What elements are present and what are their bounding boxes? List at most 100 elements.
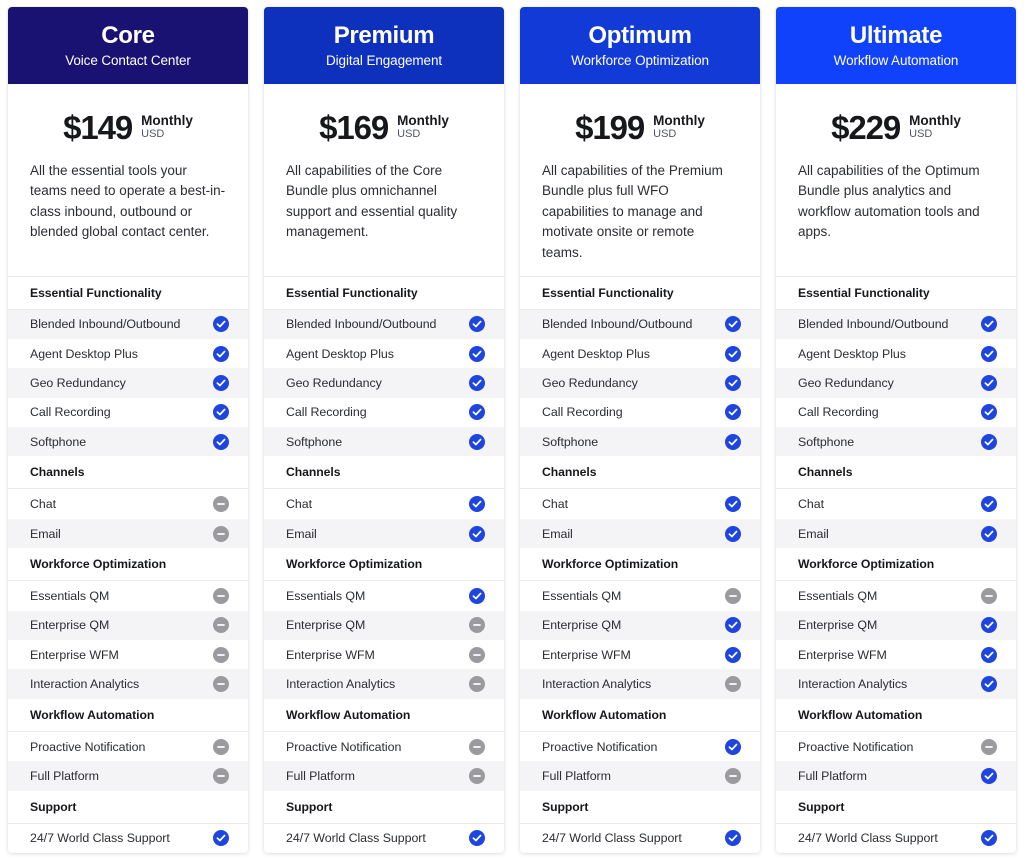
- feature-row: Call Recording: [776, 398, 1016, 427]
- feature-label: Email: [798, 526, 829, 541]
- plan-header: Optimum Workforce Optimization: [520, 7, 760, 84]
- check-circle-icon: [213, 830, 229, 847]
- feature-row: Geo Redundancy: [8, 368, 248, 398]
- check-circle-icon: [981, 676, 997, 693]
- feature-label: Interaction Analytics: [286, 677, 396, 692]
- feature-label: 24/7 World Class Support: [542, 831, 682, 846]
- feature-section-heading: Workforce Optimization: [520, 548, 760, 582]
- feature-row: Blended Inbound/Outbound: [520, 309, 760, 339]
- feature-row: Agent Desktop Plus: [8, 339, 248, 368]
- plan-currency: USD: [653, 128, 677, 141]
- feature-section-heading: Essential Functionality: [776, 276, 1016, 310]
- feature-section-heading: Support: [8, 790, 248, 824]
- feature-label: Call Recording: [798, 405, 879, 420]
- feature-row: 24/7 World Class Support: [8, 824, 248, 853]
- feature-section-heading: Workflow Automation: [264, 698, 504, 732]
- feature-row: Interaction Analytics: [8, 669, 248, 699]
- feature-section-heading: Workforce Optimization: [264, 548, 504, 582]
- minus-circle-icon: [213, 676, 229, 693]
- check-circle-icon: [981, 617, 997, 634]
- check-circle-icon: [725, 316, 741, 333]
- feature-row: Enterprise WFM: [776, 640, 1016, 669]
- feature-label: Chat: [798, 497, 824, 512]
- feature-label: Agent Desktop Plus: [286, 346, 394, 361]
- feature-label: Geo Redundancy: [286, 376, 382, 390]
- feature-row: Email: [776, 518, 1016, 549]
- feature-label: Enterprise WFM: [798, 647, 887, 662]
- feature-section-heading: Essential Functionality: [264, 276, 504, 310]
- plan-price-amount: $169: [319, 108, 389, 146]
- minus-circle-icon: [725, 676, 741, 693]
- check-circle-icon: [213, 316, 229, 333]
- feature-row: Call Recording: [520, 398, 760, 427]
- feature-row: Full Platform: [520, 761, 760, 791]
- feature-label: Enterprise QM: [286, 618, 366, 633]
- feature-label: Call Recording: [286, 405, 367, 420]
- feature-label: Essentials QM: [30, 588, 110, 603]
- feature-label: Interaction Analytics: [542, 677, 652, 692]
- feature-row: Enterprise QM: [520, 610, 760, 641]
- feature-label: Proactive Notification: [798, 739, 914, 754]
- feature-row: Softphone: [520, 427, 760, 457]
- feature-row: Enterprise WFM: [8, 640, 248, 669]
- check-circle-icon: [213, 375, 229, 391]
- plan-subtitle: Workforce Optimization: [571, 53, 709, 69]
- check-circle-icon: [725, 646, 741, 663]
- feature-label: Softphone: [798, 434, 855, 449]
- feature-row: Geo Redundancy: [520, 368, 760, 398]
- minus-circle-icon: [725, 587, 741, 604]
- plan-currency: USD: [141, 128, 165, 141]
- feature-section-heading: Workflow Automation: [776, 698, 1016, 732]
- minus-circle-icon: [213, 767, 229, 784]
- feature-label: Blended Inbound/Outbound: [286, 317, 437, 332]
- feature-label: Geo Redundancy: [30, 376, 126, 390]
- feature-row: Interaction Analytics: [776, 669, 1016, 699]
- feature-label: Enterprise WFM: [30, 647, 119, 662]
- minus-circle-icon: [981, 587, 997, 604]
- feature-row: Proactive Notification: [8, 732, 248, 761]
- feature-label: Email: [286, 526, 317, 541]
- plan-title: Ultimate: [849, 22, 943, 50]
- minus-circle-icon: [469, 738, 485, 755]
- feature-row: Softphone: [264, 427, 504, 457]
- pricing-plans-grid: Core Voice Contact Center $149 Monthly USD Al…: [0, 0, 1024, 861]
- check-circle-icon: [469, 316, 485, 333]
- feature-label: Geo Redundancy: [798, 376, 894, 390]
- feature-section-heading: Essential Functionality: [8, 276, 248, 310]
- plan-header: Premium Digital Engagement: [264, 7, 504, 84]
- feature-label: Essentials QM: [542, 588, 622, 603]
- feature-row: Proactive Notification: [264, 732, 504, 761]
- feature-list: Essential Functionality Blended Inbound/O…: [8, 276, 248, 853]
- check-circle-icon: [981, 404, 997, 421]
- feature-row: Essentials QM: [520, 581, 760, 610]
- feature-label: Geo Redundancy: [542, 376, 638, 390]
- feature-row: Chat: [776, 489, 1016, 518]
- feature-row: Proactive Notification: [776, 732, 1016, 761]
- feature-row: Enterprise WFM: [520, 640, 760, 669]
- feature-label: Blended Inbound/Outbound: [30, 317, 181, 332]
- plan-billing-cycle: Monthly: [653, 112, 705, 128]
- plan-price-amount: $149: [63, 108, 133, 146]
- plan-header: Ultimate Workflow Automation: [776, 7, 1016, 84]
- feature-label: Blended Inbound/Outbound: [542, 317, 693, 332]
- feature-row: Chat: [8, 489, 248, 518]
- feature-row: 24/7 World Class Support: [264, 824, 504, 853]
- feature-label: Agent Desktop Plus: [542, 346, 650, 361]
- check-circle-icon: [981, 345, 997, 362]
- feature-label: Email: [30, 526, 61, 541]
- feature-row: Email: [8, 518, 248, 549]
- feature-label: Essentials QM: [286, 588, 366, 603]
- feature-row: Proactive Notification: [520, 732, 760, 761]
- check-circle-icon: [469, 587, 485, 604]
- feature-section-heading: Channels: [264, 456, 504, 490]
- feature-row: Email: [264, 518, 504, 549]
- plan-price-period: Monthly USD: [397, 111, 449, 142]
- minus-circle-icon: [213, 525, 229, 542]
- feature-row: Agent Desktop Plus: [776, 339, 1016, 368]
- feature-row: 24/7 World Class Support: [776, 824, 1016, 853]
- check-circle-icon: [981, 830, 997, 847]
- plan-price-block: $149 Monthly USD: [8, 84, 248, 150]
- check-circle-icon: [981, 496, 997, 513]
- check-circle-icon: [469, 433, 485, 450]
- feature-label: Chat: [30, 497, 56, 512]
